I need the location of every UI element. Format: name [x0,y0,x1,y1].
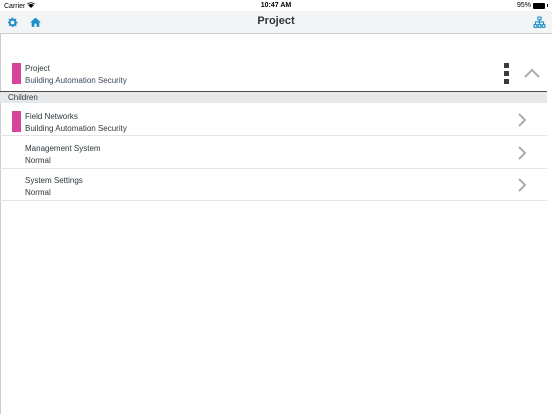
child-row-system-settings[interactable]: System Settings Normal [0,169,547,201]
child-row-management-system[interactable]: Management System Normal [0,137,547,169]
children-section-header: Children [0,91,547,103]
child-item-description: Normal [25,188,51,197]
battery-tip [547,4,548,7]
child-row-field-networks[interactable]: Field Networks Building Automation Secur… [0,104,547,136]
battery-percent: 95% [516,2,531,9]
battery-indicator: 95% [517,2,548,9]
status-bar: Carrier 10:47 AM 95% [0,0,552,11]
navigation-bar: Project [0,11,552,34]
page-title: Project [257,15,295,27]
item-color-tag [12,111,21,132]
current-item-name: Project [25,64,50,73]
current-item-header: Project Building Automation Security [0,60,552,90]
hierarchy-tree-icon[interactable] [533,16,546,29]
chevron-right-icon[interactable] [517,112,527,128]
item-color-tag [12,63,21,84]
chevron-right-icon[interactable] [517,145,527,161]
chevron-up-icon[interactable] [522,67,542,79]
child-item-description: Building Automation Security [25,124,127,133]
child-item-name: Management System [25,144,101,153]
clock: 10:47 AM [260,2,292,9]
children-section-label: Children [8,93,38,102]
chevron-right-icon[interactable] [517,177,527,193]
child-item-description: Normal [25,156,51,165]
child-item-name: System Settings [25,176,83,185]
battery-icon [533,2,545,9]
current-item-description: Building Automation Security [25,76,127,85]
child-item-name: Field Networks [25,112,78,121]
more-options-icon[interactable] [502,63,512,85]
